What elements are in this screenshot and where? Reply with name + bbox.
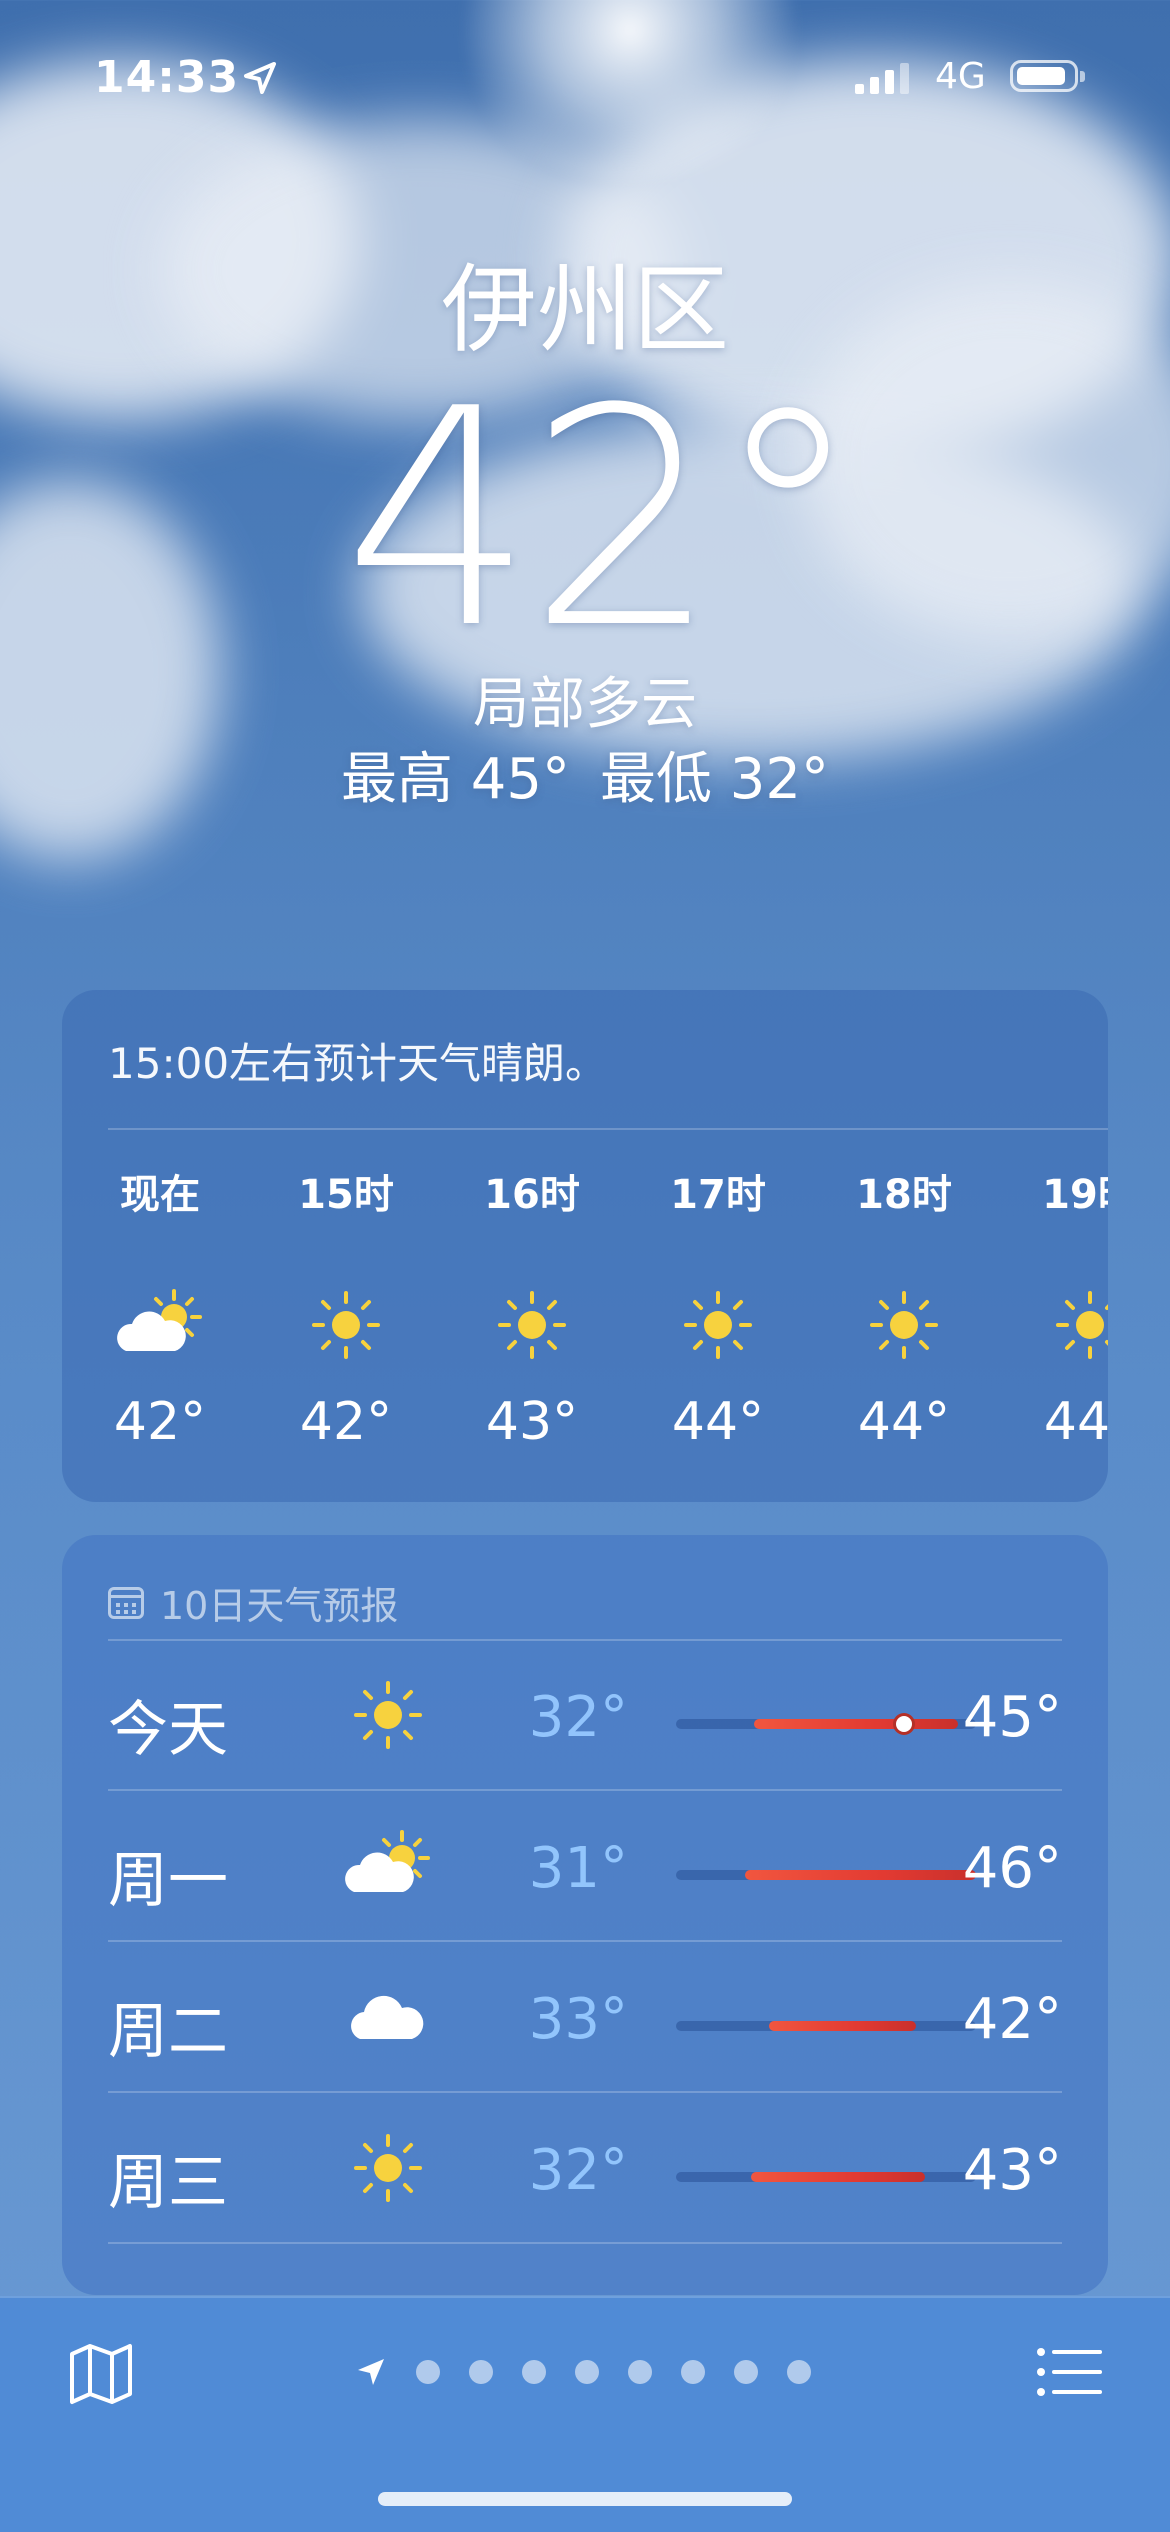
- sun-icon: [870, 1291, 938, 1359]
- sun-icon: [1056, 1291, 1108, 1359]
- weather-condition: 局部多云: [473, 672, 697, 737]
- current-temperature-marker: [896, 1716, 912, 1732]
- hour-temp: 44°: [671, 1392, 765, 1452]
- hour-item: 17时 44°: [638, 1165, 798, 1457]
- temperature-range-bar: [676, 1870, 976, 1880]
- hour-item: 现在 42°: [80, 1165, 240, 1457]
- partly-cloudy-icon: [117, 1289, 202, 1351]
- day-name: 周一: [108, 1846, 228, 1916]
- hour-temp: 44°: [857, 1392, 951, 1452]
- day-row[interactable]: 今天 32° 45°: [108, 1641, 1062, 1791]
- daily-forecast-label: 10日天气预报: [160, 1584, 399, 1628]
- temperature-range-bar: [676, 2021, 976, 2031]
- day-row[interactable]: 周一 31° 46°: [108, 1792, 1062, 1942]
- day-name: 今天: [108, 1695, 228, 1765]
- temperature-range-fill: [745, 1870, 976, 1880]
- cellular-signal-icon: [855, 62, 909, 94]
- hour-label: 18时: [856, 1172, 952, 1218]
- day-high-temp: 45°: [962, 1685, 1062, 1750]
- page-indicator[interactable]: [355, 2356, 811, 2388]
- list-icon[interactable]: [1034, 2342, 1104, 2402]
- temperature-range-fill: [751, 2172, 925, 2182]
- location-arrow-icon: [244, 62, 276, 94]
- daily-forecast-card[interactable]: 10日天气预报 今天 32° 45° 周一 31° 46° 周二 33° 42°…: [62, 1535, 1108, 2295]
- hour-item: 19时 44°: [1010, 1165, 1108, 1457]
- day-low-temp: 32°: [528, 1685, 628, 1750]
- sun-icon: [354, 2134, 422, 2202]
- divider: [108, 2091, 1062, 2093]
- hour-label: 16时: [484, 1172, 580, 1218]
- day-low-temp: 32°: [528, 2138, 628, 2203]
- day-high-temp: 46°: [962, 1836, 1062, 1901]
- status-time: 14:33: [94, 52, 240, 103]
- temperature-range-bar: [676, 1716, 976, 1732]
- page-dot[interactable]: [575, 2360, 599, 2384]
- divider: [108, 2242, 1062, 2244]
- hour-item: 18时 44°: [824, 1165, 984, 1457]
- home-indicator[interactable]: [378, 2492, 792, 2506]
- map-icon[interactable]: [66, 2338, 136, 2408]
- battery-icon: [1010, 60, 1085, 92]
- sun-icon: [684, 1291, 752, 1359]
- current-weather-header: 伊州区 42° 局部多云 最高 45° 最低 32°: [0, 250, 1170, 820]
- sun-icon: [498, 1291, 566, 1359]
- high-low: 最高 45° 最低 32°: [0, 740, 1170, 820]
- page-dot[interactable]: [416, 2360, 440, 2384]
- divider: [108, 1128, 1108, 1130]
- daily-forecast-title: 10日天气预报: [108, 1575, 398, 1630]
- current-temperature: 42°: [343, 345, 863, 694]
- partly-cloudy-icon: [345, 1830, 430, 1892]
- hourly-summary: 15:00左右预计天气晴朗。: [108, 1039, 608, 1088]
- day-name: 周二: [108, 1997, 228, 2067]
- page-dot[interactable]: [628, 2360, 652, 2384]
- hour-item: 16时 43°: [452, 1165, 612, 1457]
- low-temperature: 最低 32°: [600, 747, 830, 812]
- page-dot[interactable]: [469, 2360, 493, 2384]
- location-arrow-icon[interactable]: [355, 2356, 387, 2388]
- hour-label: 17时: [670, 1172, 766, 1218]
- day-name: 周三: [108, 2148, 228, 2218]
- hour-temp: 42°: [113, 1392, 207, 1452]
- hour-temp: 44°: [1043, 1392, 1108, 1452]
- day-high-temp: 42°: [962, 1987, 1062, 2052]
- temperature-range-fill: [754, 1719, 958, 1729]
- cloud-icon: [351, 1995, 424, 2039]
- hour-label: 19时: [1042, 1172, 1108, 1218]
- page-dot[interactable]: [787, 2360, 811, 2384]
- hour-item: 15时 42°: [266, 1165, 426, 1457]
- hour-label: 15时: [298, 1172, 394, 1218]
- day-low-temp: 33°: [528, 1987, 628, 2052]
- divider: [108, 1789, 1062, 1791]
- sun-icon: [312, 1291, 380, 1359]
- hour-temp: 42°: [299, 1392, 393, 1452]
- page-dot[interactable]: [734, 2360, 758, 2384]
- day-high-temp: 43°: [962, 2138, 1062, 2203]
- day-low-temp: 31°: [528, 1836, 628, 1901]
- network-type: 4G: [935, 56, 986, 97]
- hourly-forecast-card[interactable]: 15:00左右预计天气晴朗。 现在 42° 15时 42° 16时 43° 17…: [62, 990, 1108, 1502]
- day-row[interactable]: 周三 32° 43°: [108, 2094, 1062, 2244]
- status-bar: 14:33 4G: [0, 48, 1170, 108]
- day-row[interactable]: 周二 33° 42°: [108, 1943, 1062, 2093]
- page-dot[interactable]: [522, 2360, 546, 2384]
- high-temperature: 最高 45°: [340, 747, 570, 812]
- hour-temp: 43°: [485, 1392, 579, 1452]
- temperature-range-bar: [676, 2172, 976, 2182]
- sun-icon: [354, 1681, 422, 1749]
- page-dot[interactable]: [681, 2360, 705, 2384]
- calendar-icon: [108, 1586, 144, 1619]
- temperature-range-fill: [769, 2021, 916, 2031]
- hour-label: 现在: [120, 1172, 200, 1218]
- divider: [108, 1940, 1062, 1942]
